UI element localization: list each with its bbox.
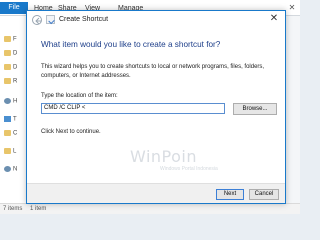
- nav-item[interactable]: F: [4, 36, 17, 43]
- nav-item[interactable]: H: [4, 98, 17, 105]
- explorer-nav-pane: F D D R H T C L N: [0, 16, 28, 214]
- library-icon: [4, 148, 11, 154]
- dialog-titlebar: Create Shortcut ✕: [27, 11, 285, 29]
- nav-item[interactable]: R: [4, 78, 17, 85]
- folder-icon: [4, 64, 11, 70]
- status-item-count: 7 items: [3, 206, 23, 212]
- next-button[interactable]: Next: [216, 189, 244, 200]
- continue-hint: Click Next to continue.: [41, 129, 101, 135]
- close-icon[interactable]: ✕: [267, 13, 281, 25]
- folder-icon: [4, 50, 11, 56]
- nav-item[interactable]: T: [4, 116, 17, 123]
- network-icon: [4, 166, 11, 172]
- back-arrow-icon[interactable]: [32, 15, 42, 25]
- tab-file[interactable]: File: [0, 2, 28, 14]
- wizard-heading: What item would you like to create a sho…: [41, 40, 221, 49]
- folder-icon: [4, 36, 11, 42]
- explorer-content-edge: [285, 16, 300, 203]
- location-input[interactable]: CMD /C CLIP <: [41, 103, 225, 114]
- watermark-tagline: Windows Portal Indonesia: [160, 166, 218, 172]
- nav-item[interactable]: C: [4, 130, 17, 137]
- homegroup-icon: [4, 98, 11, 104]
- folder-icon: [4, 130, 11, 136]
- nav-item[interactable]: D: [4, 50, 17, 57]
- explorer-close-icon[interactable]: ✕: [287, 3, 297, 13]
- nav-item[interactable]: D: [4, 64, 17, 71]
- browse-button[interactable]: Browse...: [233, 103, 277, 115]
- computer-icon: [4, 116, 11, 122]
- nav-item[interactable]: L: [4, 148, 16, 155]
- dialog-footer: Next Cancel: [27, 183, 285, 203]
- screen: File Home Share View Manage ✕ F D D R H …: [0, 0, 300, 214]
- explorer-status-bar: 7 items 1 item: [0, 203, 300, 214]
- cancel-button[interactable]: Cancel: [249, 189, 279, 200]
- status-selected-count: 1 item: [30, 206, 47, 212]
- watermark-logo: WinPoin: [130, 147, 198, 166]
- create-shortcut-dialog: Create Shortcut ✕ What item would you li…: [26, 10, 286, 204]
- location-label: Type the location of the item:: [41, 93, 118, 99]
- folder-icon: [4, 78, 11, 84]
- dialog-title: Create Shortcut: [59, 16, 109, 23]
- nav-item[interactable]: N: [4, 166, 17, 173]
- shortcut-wizard-icon: [46, 15, 55, 24]
- wizard-description: This wizard helps you to create shortcut…: [41, 64, 265, 79]
